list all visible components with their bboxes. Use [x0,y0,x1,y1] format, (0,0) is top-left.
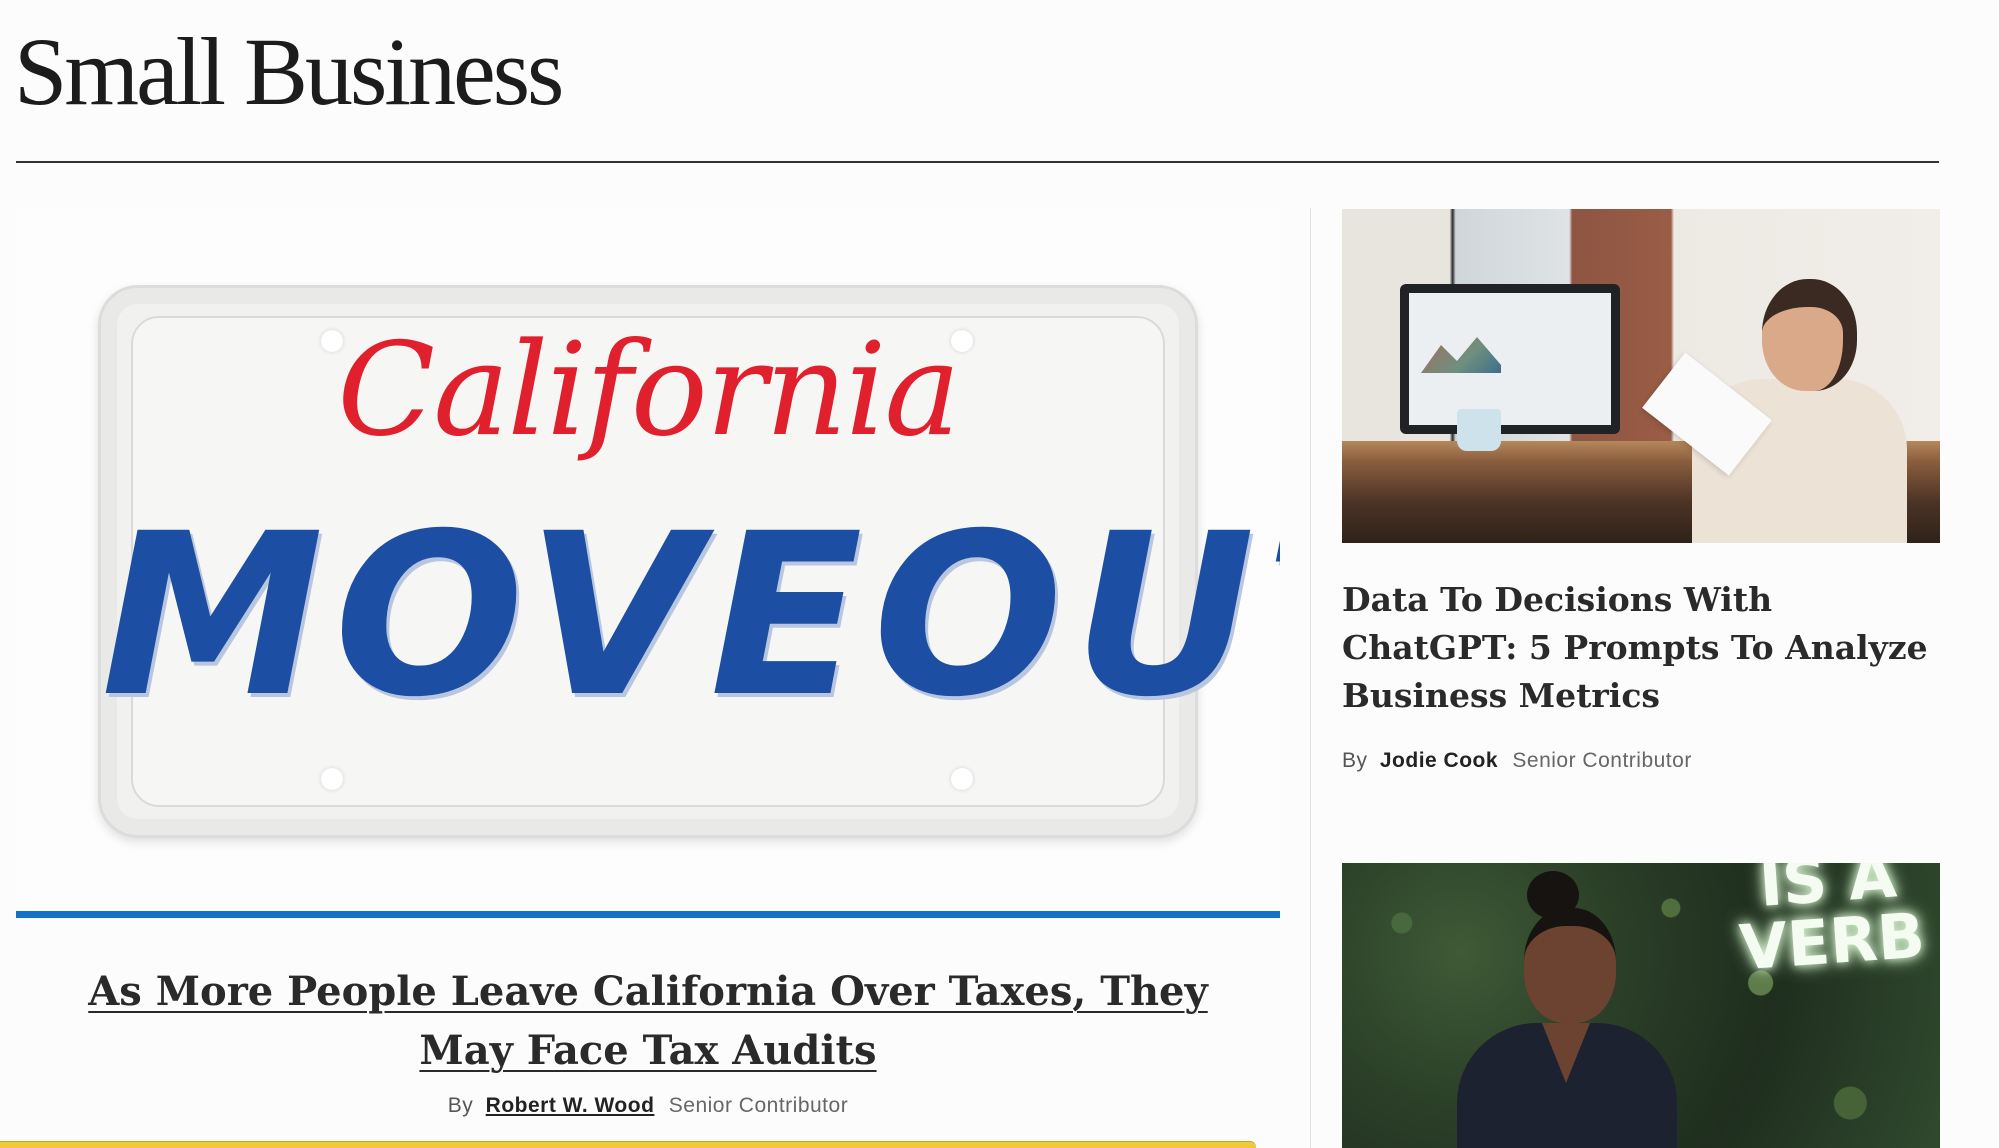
author-link[interactable]: Jodie Cook [1380,749,1498,772]
speaker-illustration [1432,863,1692,1148]
neon-sign-text: IS A VERB [1737,863,1928,985]
sidebar-article-image[interactable] [1342,209,1940,543]
plate-number-text: MOVEOUT [101,485,1280,746]
sidebar-article-image-2[interactable]: IS A VERB [1342,863,1940,1148]
sidebar-headline-link[interactable]: Data To Decisions With ChatGPT: 5 Prompt… [1342,576,1940,720]
mug-illustration [1457,409,1501,451]
figure-hair-bun [1527,871,1579,919]
byline-by: By [1342,749,1368,772]
author-role: Senior Contributor [1512,749,1692,772]
page: Small Business California MOVEOUT As Mor… [0,0,1999,1148]
featured-byline: By Robert W. Wood Senior Contributor [16,1094,1280,1118]
figure-head [1762,279,1857,391]
plate-bolt [321,768,343,790]
plate-bolt [951,768,973,790]
plate-state-text: California [337,316,960,465]
featured-article: California MOVEOUT As More People Leave … [16,209,1280,1118]
sidebar-articles: Data To Decisions With ChatGPT: 5 Prompt… [1342,209,1940,1148]
byline-by: By [447,1094,474,1117]
featured-headline-link[interactable]: As More People Leave California Over Tax… [16,962,1280,1080]
monitor-illustration [1400,284,1620,434]
license-plate-graphic: California MOVEOUT [98,285,1280,838]
title-divider [16,161,1939,163]
woman-on-phone-illustration [1642,259,1912,543]
figure-head [1524,908,1616,1023]
bottom-banner-edge[interactable] [0,1141,1256,1148]
featured-accent-rule [16,911,1280,918]
column-divider [1310,208,1311,1148]
author-role: Senior Contributor [668,1094,849,1117]
featured-article-image[interactable]: California MOVEOUT [16,209,1280,911]
section-title: Small Business [14,18,564,125]
sidebar-byline: By Jodie Cook Senior Contributor [1342,749,1940,773]
author-link[interactable]: Robert W. Wood [486,1094,655,1117]
